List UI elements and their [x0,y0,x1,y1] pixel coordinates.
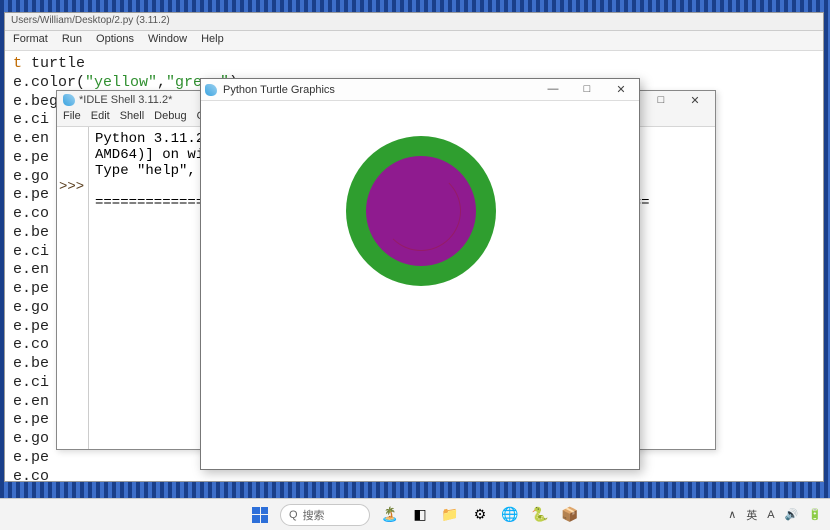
editor-title: Users/William/Desktop/2.py (3.11.2) [11,15,170,26]
taskbar-app-1[interactable]: 🏝️ [380,505,400,525]
turtle-minimize-button[interactable]: — [539,83,567,96]
start-button[interactable] [250,505,270,525]
taskbar: Q 搜索 🏝️ ◧ 📁 ⚙ 🌐 🐍 📦 ∧ 英 A 🔊 🔋 [0,498,830,530]
shell-gutter: >>> [57,127,89,449]
menu-help[interactable]: Help [201,33,224,48]
shell-menu-file[interactable]: File [63,110,81,125]
turtle-window: Python Turtle Graphics — □ ✕ [200,78,640,470]
turtle-canvas [201,101,639,469]
swirl-trace [381,171,461,251]
maximize-button[interactable]: □ [647,94,675,107]
shell-title: *IDLE Shell 3.11.2* [79,94,172,106]
taskbar-python-icon[interactable]: 🐍 [530,505,550,525]
menu-options[interactable]: Options [96,33,134,48]
editor-titlebar[interactable]: Users/William/Desktop/2.py (3.11.2) [5,13,823,31]
turtle-maximize-button[interactable]: □ [573,83,601,96]
editor-menubar: Format Run Options Window Help [5,31,823,51]
turtle-close-button[interactable]: ✕ [607,83,635,96]
feather-icon [205,84,217,96]
turtle-title-text: Python Turtle Graphics [223,84,335,96]
close-button[interactable]: ✕ [681,94,709,107]
tray-chevron-icon[interactable]: ∧ [728,508,736,521]
taskbar-app-2[interactable]: ◧ [410,505,430,525]
prompt: >>> [59,179,84,195]
windows-icon [252,507,268,523]
tray-battery-icon[interactable]: 🔋 [808,508,822,521]
menu-format[interactable]: Format [13,33,48,48]
taskbar-app-3[interactable]: 📦 [560,505,580,525]
search-icon: Q [289,509,298,521]
taskbar-edge-icon[interactable]: 🌐 [500,505,520,525]
tray-volume-icon[interactable]: 🔊 [785,508,799,521]
system-tray[interactable]: ∧ 英 A 🔊 🔋 [728,507,822,523]
shell-menu-shell[interactable]: Shell [120,110,144,125]
shell-menu-edit[interactable]: Edit [91,110,110,125]
tray-ime[interactable]: 英 [746,507,757,523]
menu-run[interactable]: Run [62,33,82,48]
search-placeholder: 搜索 [303,507,325,523]
shell-menu-debug[interactable]: Debug [154,110,186,125]
menu-window[interactable]: Window [148,33,187,48]
taskbar-explorer-icon[interactable]: 📁 [440,505,460,525]
python-icon [63,94,75,106]
taskbar-settings-icon[interactable]: ⚙ [470,505,490,525]
search-box[interactable]: Q 搜索 [280,504,370,526]
tray-lang[interactable]: A [767,509,774,521]
turtle-titlebar[interactable]: Python Turtle Graphics — □ ✕ [201,79,639,101]
